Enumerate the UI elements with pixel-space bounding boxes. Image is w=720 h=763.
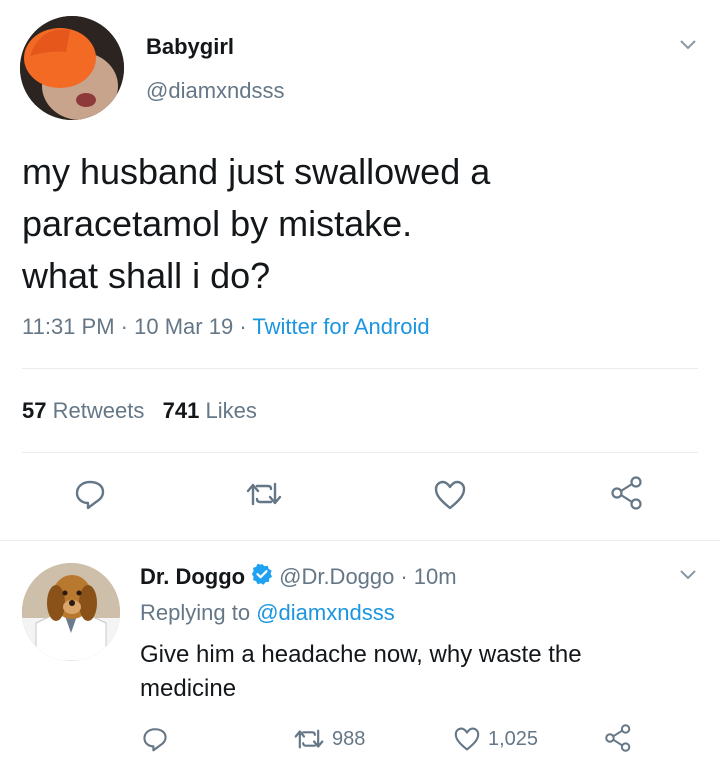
- share-icon: [605, 724, 631, 752]
- replying-to-handle[interactable]: @diamxndsss: [256, 600, 395, 625]
- tweet-text-line: my husband just swallowed a: [22, 151, 491, 192]
- verified-badge-icon: [251, 563, 273, 591]
- retweets-stat[interactable]: 57 Retweets: [22, 398, 144, 423]
- chevron-down-icon[interactable]: [680, 570, 696, 580]
- retweet-button[interactable]: [246, 480, 282, 508]
- reply-user-avatar[interactable]: [22, 563, 120, 661]
- reply-button[interactable]: [142, 726, 168, 752]
- reply-handle[interactable]: @Dr.Doggo: [279, 564, 394, 590]
- tweet-text: my husband just swallowed a paracetamol …: [22, 146, 682, 302]
- reply-text: Give him a headache now, why waste the m…: [140, 641, 582, 702]
- tweet-meta: 11:31 PM · 10 Mar 19 · Twitter for Andro…: [22, 314, 430, 340]
- heart-icon: [454, 727, 480, 751]
- meta-separator: ·: [120, 314, 128, 339]
- retweets-count: 57: [22, 398, 47, 423]
- retweet-icon: [246, 482, 282, 506]
- share-icon: [611, 476, 642, 510]
- share-button[interactable]: [610, 476, 646, 510]
- retweets-label: Retweets: [52, 398, 145, 423]
- likes-count: 741: [162, 398, 200, 423]
- chevron-down-icon[interactable]: [680, 40, 696, 50]
- retweet-icon: [294, 729, 324, 749]
- meta-separator: ·: [400, 564, 408, 589]
- like-button[interactable]: [434, 480, 466, 510]
- share-button[interactable]: [604, 724, 634, 752]
- tweet-date[interactable]: 10 Mar 19: [134, 314, 233, 339]
- divider: [0, 540, 720, 541]
- reply-display-name[interactable]: Dr. Doggo: [140, 564, 245, 590]
- likes-label: Likes: [205, 398, 257, 423]
- tweet-source[interactable]: Twitter for Android: [252, 314, 429, 339]
- tweet-time[interactable]: 11:31 PM: [22, 314, 115, 339]
- divider: [22, 368, 698, 369]
- reply-icon: [75, 480, 105, 510]
- replying-to: Replying to @diamxndsss: [140, 600, 395, 626]
- reply-age[interactable]: 10m: [414, 564, 457, 590]
- retweet-count: 988: [332, 727, 366, 750]
- like-count: 1,025: [488, 727, 539, 750]
- reply-header: Dr. Doggo @Dr.Doggo · 10m: [140, 563, 457, 591]
- retweet-button[interactable]: 988: [294, 727, 365, 751]
- likes-stat[interactable]: 741 Likes: [163, 398, 257, 423]
- user-avatar[interactable]: [20, 16, 124, 120]
- display-name[interactable]: Babygirl: [146, 34, 234, 60]
- like-button[interactable]: 1,025: [454, 727, 538, 751]
- tweet-text-line: paracetamol by mistake.: [22, 203, 413, 244]
- reply-icon: [143, 728, 167, 752]
- tweet-text-line: what shall i do?: [22, 255, 271, 296]
- divider: [22, 452, 698, 453]
- user-handle[interactable]: @diamxndsss: [146, 78, 285, 104]
- meta-separator: ·: [239, 314, 247, 339]
- reply-button[interactable]: [74, 478, 106, 510]
- replying-to-label: Replying to: [140, 600, 251, 625]
- tweet-stats: 57 Retweets 741 Likes: [22, 398, 257, 424]
- heart-icon: [434, 480, 466, 510]
